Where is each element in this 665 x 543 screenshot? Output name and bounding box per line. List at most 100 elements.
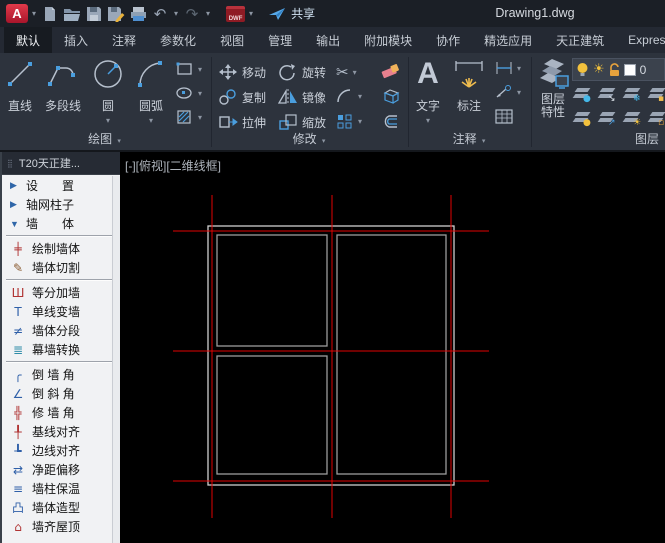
palette-item-edge-align[interactable]: ┺ 边线对齐 <box>4 441 114 460</box>
chevron-down-icon[interactable]: ▾ <box>130 116 172 125</box>
share-button[interactable]: 共享 <box>291 5 315 22</box>
ribbon-tab-1[interactable]: 插入 <box>52 27 100 53</box>
palette-group-2[interactable]: ▼ 墙 体 <box>4 214 114 233</box>
save-as-icon[interactable] <box>106 4 126 24</box>
move-button[interactable]: 移动 <box>218 63 266 81</box>
ribbon-tab-5[interactable]: 管理 <box>256 27 304 53</box>
copy-button[interactable]: 复制 <box>218 88 266 106</box>
save-icon[interactable] <box>84 4 104 24</box>
scale-button[interactable]: 缩放 <box>278 113 326 131</box>
redo-dropdown-icon[interactable]: ▾ <box>204 9 212 18</box>
explode-button[interactable] <box>380 88 400 105</box>
triangle-right-icon[interactable]: ▶ <box>10 180 20 191</box>
modify-panel-label[interactable]: 修改 ▾ <box>212 130 408 147</box>
palette-group-1[interactable]: ▶ 轴网柱子 <box>4 195 114 214</box>
share-plane-icon[interactable] <box>267 4 287 24</box>
chevron-down-icon[interactable]: ▾ <box>88 116 128 125</box>
polyline-button[interactable]: 多段线 <box>40 55 86 114</box>
palette-item-baseline-align[interactable]: ╀ 基线对齐 <box>4 422 114 441</box>
triangle-down-icon[interactable]: ▼ <box>10 219 20 229</box>
arc-button[interactable]: 圆弧 ▾ <box>130 55 172 125</box>
dimension-button[interactable]: 标注 <box>449 55 489 114</box>
chevron-down-icon[interactable]: ▾ <box>515 88 523 97</box>
circle-button[interactable]: 圆 ▾ <box>88 55 128 125</box>
chevron-down-icon[interactable]: ▾ <box>196 113 204 122</box>
draw-panel-label[interactable]: 绘图 ▾ <box>0 130 211 147</box>
palette-item-wall-corner[interactable]: ╭ 倒 墙 角 <box>4 365 114 384</box>
grip-icon[interactable]: ⣿ <box>7 159 14 168</box>
export-dwf-icon[interactable]: DWF <box>226 5 246 22</box>
dwf-dropdown-icon[interactable]: ▾ <box>247 9 255 18</box>
ribbon-tab-0[interactable]: 默认 <box>4 27 53 53</box>
drawing-viewport[interactable]: [-][俯视][二维线框] <box>120 152 665 543</box>
palette-item-fix-corner[interactable]: ╬ 修 墙 角 <box>4 403 114 422</box>
palette-item-curtain-wall[interactable]: ≣ 幕墙转换 <box>4 340 114 359</box>
open-file-icon[interactable] <box>62 4 82 24</box>
chevron-down-icon[interactable]: ▾ <box>356 92 364 101</box>
palette-scrollbar[interactable] <box>112 176 120 543</box>
rectangle-button[interactable]: ▾ <box>176 61 204 77</box>
ribbon-tab-11[interactable]: Express Tools <box>616 27 665 53</box>
palette-group-0[interactable]: ▶ 设 置 <box>4 176 114 195</box>
undo-icon[interactable]: ↶ <box>150 4 170 24</box>
leader-button[interactable]: ▾ <box>495 85 523 99</box>
layer-unlock2-button[interactable]: ▫ <box>647 110 665 130</box>
hatch-button[interactable]: ▾ <box>176 109 204 125</box>
app-menu-icon[interactable]: A <box>6 4 28 23</box>
ribbon-tab-7[interactable]: 附加模块 <box>352 27 424 53</box>
offset-button[interactable] <box>380 113 400 129</box>
layer-thaw2-button[interactable]: ☀ <box>622 110 645 130</box>
line-button[interactable]: 直线 <box>2 55 38 114</box>
undo-dropdown-icon[interactable]: ▾ <box>172 9 180 18</box>
layer-lock-button[interactable]: ▪ <box>647 86 665 106</box>
chevron-down-icon[interactable]: ▾ <box>351 68 359 77</box>
palette-item-clear-offset[interactable]: ⇄ 净距偏移 <box>4 460 114 479</box>
ribbon-tab-6[interactable]: 输出 <box>304 27 352 53</box>
trim-button[interactable]: ✂ ▾ <box>336 63 359 81</box>
ribbon-tab-8[interactable]: 协作 <box>424 27 472 53</box>
ellipse-button[interactable]: ▾ <box>176 85 204 101</box>
chevron-down-icon[interactable]: ▾ <box>196 65 204 74</box>
stretch-button[interactable]: 拉伸 <box>218 113 266 131</box>
ribbon-tab-10[interactable]: 天正建筑 <box>544 27 616 53</box>
cad-canvas[interactable] <box>120 152 665 543</box>
palette-item-draw-wall[interactable]: ╪ 绘制墙体 <box>4 239 114 258</box>
mirror-button[interactable]: 镜像 <box>278 88 326 106</box>
chevron-down-icon[interactable]: ▾ <box>356 117 364 126</box>
palette-item-equal-divide-wall[interactable]: Ш 等分加墙 <box>4 283 114 302</box>
palette-item-wall-segment[interactable]: ≠ 墙体分段 <box>4 321 114 340</box>
plot-icon[interactable] <box>128 4 148 24</box>
layer-match-button[interactable]: ↘ <box>597 86 620 106</box>
chevron-down-icon[interactable]: ▾ <box>196 89 204 98</box>
annotate-panel-label[interactable]: 注释 ▾ <box>409 130 531 147</box>
ribbon-tab-2[interactable]: 注释 <box>100 27 148 53</box>
layer-properties-button[interactable]: 图层 特性 <box>536 55 570 119</box>
triangle-right-icon[interactable]: ▶ <box>10 199 20 210</box>
chevron-down-icon[interactable]: ▾ <box>515 64 523 73</box>
palette-item-wall-shape[interactable]: 凸墙体造型 <box>4 498 114 517</box>
palette-title-bar[interactable]: ⣿ T20天正建... <box>2 152 122 175</box>
new-file-icon[interactable] <box>40 4 60 24</box>
palette-item-wall-cut[interactable]: ✎ 墙体切割 <box>4 258 114 277</box>
text-button[interactable]: A 文字 ▾ <box>411 55 445 125</box>
redo-icon[interactable]: ↷ <box>182 4 202 24</box>
palette-item-wall-to-roof[interactable]: ⌂ 墙齐屋顶 <box>4 517 114 536</box>
layer-off-button[interactable]: ● <box>572 86 595 106</box>
layer-panel-label[interactable]: 图层 <box>635 130 659 147</box>
ribbon-tab-3[interactable]: 参数化 <box>148 27 208 53</box>
table-button[interactable] <box>495 109 513 124</box>
chevron-down-icon[interactable]: ▾ <box>411 116 445 125</box>
room-outline-2[interactable] <box>336 234 447 475</box>
array-button[interactable]: ▾ <box>336 113 364 129</box>
room-outline-1[interactable] <box>216 355 328 475</box>
palette-item-line-to-wall[interactable]: T 单线变墙 <box>4 302 114 321</box>
erase-button[interactable] <box>380 63 400 79</box>
chevron-down-icon[interactable]: ▾ <box>30 9 38 18</box>
rotate-button[interactable]: 旋转 <box>278 63 326 81</box>
ribbon-tab-9[interactable]: 精选应用 <box>472 27 544 53</box>
ribbon-tab-4[interactable]: 视图 <box>208 27 256 53</box>
palette-item-chamfer[interactable]: ∠ 倒 斜 角 <box>4 384 114 403</box>
fillet-button[interactable]: ▾ <box>336 88 364 104</box>
palette-item-insulation[interactable]: ≡ 墙柱保温 <box>4 479 114 498</box>
layer-change-button[interactable]: ↗ <box>597 110 620 130</box>
